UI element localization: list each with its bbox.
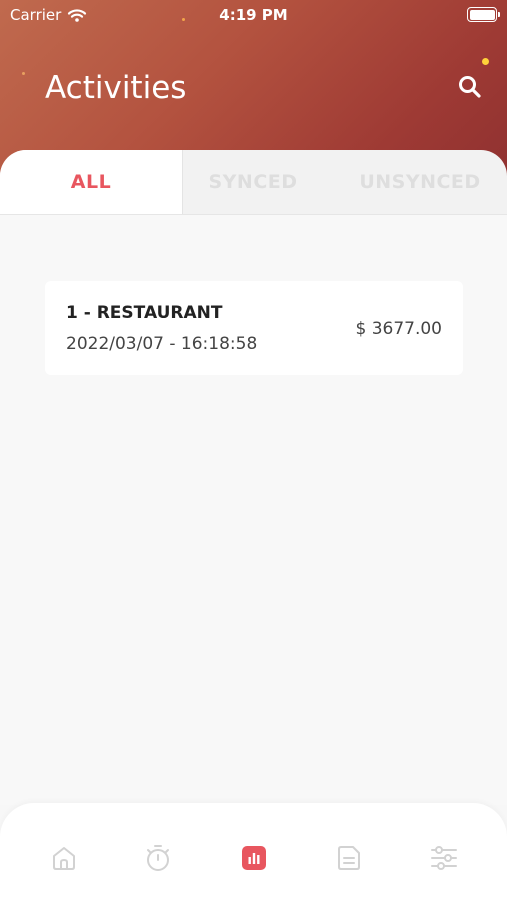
activity-amount: $ 3677.00 <box>355 319 442 339</box>
activity-datetime: 2022/03/07 - 16:18:58 <box>66 334 258 354</box>
nav-documents-button[interactable] <box>332 841 366 875</box>
activity-title: 1 - RESTAURANT <box>66 303 223 323</box>
decorative-spark <box>22 72 25 75</box>
search-button[interactable] <box>455 72 485 102</box>
tab-all[interactable]: ALL <box>0 150 183 214</box>
tab-all-label: ALL <box>70 171 112 193</box>
tab-synced-label: SYNCED <box>208 171 298 193</box>
search-icon <box>459 76 481 98</box>
activity-card[interactable]: 1 - RESTAURANT 2022/03/07 - 16:18:58 $ 3… <box>45 281 463 375</box>
nav-home-button[interactable] <box>47 841 81 875</box>
decorative-spark <box>482 58 489 65</box>
nav-timer-button[interactable] <box>141 841 175 875</box>
bottom-nav <box>0 803 507 900</box>
document-icon <box>338 846 360 870</box>
chart-icon <box>242 846 266 870</box>
home-icon <box>53 847 75 870</box>
page-title: Activities <box>45 70 187 106</box>
nav-settings-button[interactable] <box>427 841 461 875</box>
timer-icon <box>147 845 169 871</box>
activity-list: 1 - RESTAURANT 2022/03/07 - 16:18:58 $ 3… <box>0 215 507 805</box>
status-bar: Carrier 4:19 PM <box>0 0 507 30</box>
nav-activities-button[interactable] <box>237 841 271 875</box>
sliders-icon <box>431 846 457 870</box>
filter-tabs: ALL SYNCED UNSYNCED <box>0 150 507 215</box>
tab-synced[interactable]: SYNCED <box>183 150 323 214</box>
battery-icon <box>467 7 500 22</box>
tab-unsynced-label: UNSYNCED <box>359 171 481 193</box>
tab-unsynced[interactable]: UNSYNCED <box>345 150 495 214</box>
status-time: 4:19 PM <box>219 6 288 24</box>
